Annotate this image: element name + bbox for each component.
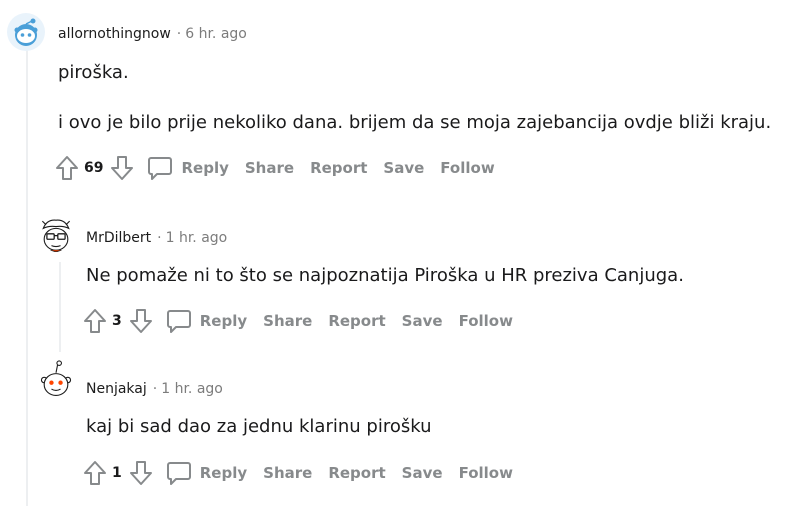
separator: · <box>152 381 158 397</box>
reply-button[interactable]: Reply <box>166 308 247 334</box>
username[interactable]: Nenjakaj <box>86 381 147 397</box>
separator: · <box>176 26 182 42</box>
reply-button[interactable]: Reply <box>147 155 229 181</box>
follow-button[interactable]: Follow <box>459 312 513 330</box>
save-button[interactable]: Save <box>402 464 443 482</box>
save-button[interactable]: Save <box>402 312 443 330</box>
thread-line-root[interactable] <box>26 46 28 506</box>
follow-button[interactable]: Follow <box>440 159 494 177</box>
username[interactable]: MrDilbert <box>86 230 151 246</box>
report-button[interactable]: Report <box>328 464 385 482</box>
vote-score: 69 <box>84 160 104 176</box>
save-button[interactable]: Save <box>383 159 424 177</box>
timestamp[interactable]: 6 hr. ago <box>185 26 247 42</box>
username[interactable]: allornothingnow <box>58 26 171 42</box>
thread-line-reply-1[interactable] <box>59 262 61 352</box>
comment-meta: Nenjakaj · 1 hr. ago <box>86 381 223 397</box>
comment-actions: 3 Reply Share Report Save Follow <box>82 305 529 337</box>
downvote-icon[interactable] <box>128 308 154 334</box>
comment-text: i ovo je bilo prije nekoliko dana. brije… <box>58 112 772 133</box>
avatar[interactable] <box>36 360 76 400</box>
vote-score: 1 <box>112 465 122 481</box>
separator: · <box>157 230 162 246</box>
comment-meta: allornothingnow · 6 hr. ago <box>58 26 247 42</box>
comment-text: Ne pomaže ni to što se najpoznatija Piro… <box>86 265 684 286</box>
report-button[interactable]: Report <box>328 312 385 330</box>
comment-actions: 69 Reply Share Report Save Follow <box>54 152 511 184</box>
vote-score: 3 <box>112 313 122 329</box>
comment-bubble-icon <box>166 462 191 485</box>
downvote-icon[interactable] <box>109 155 135 181</box>
reply-label: Reply <box>199 312 248 330</box>
comment-bubble-icon <box>166 310 191 333</box>
comment-text: kaj bi sad dao za jednu klarinu pirošku <box>86 416 432 437</box>
reply-label: Reply <box>181 159 229 177</box>
comment-actions: 1 Reply Share Report Save Follow <box>82 457 529 489</box>
report-button[interactable]: Report <box>310 159 367 177</box>
follow-button[interactable]: Follow <box>459 464 513 482</box>
reply-button[interactable]: Reply <box>166 460 247 486</box>
avatar[interactable] <box>6 12 46 52</box>
upvote-icon[interactable] <box>54 155 80 181</box>
timestamp[interactable]: 1 hr. ago <box>166 230 228 246</box>
comment-meta: MrDilbert · 1 hr. ago <box>86 230 227 246</box>
comment-text: piroška. <box>58 62 129 83</box>
share-button[interactable]: Share <box>263 312 312 330</box>
downvote-icon[interactable] <box>128 460 154 486</box>
comment-bubble-icon <box>148 157 173 180</box>
share-button[interactable]: Share <box>245 159 294 177</box>
reply-label: Reply <box>199 464 248 482</box>
upvote-icon[interactable] <box>82 460 108 486</box>
upvote-icon[interactable] <box>82 308 108 334</box>
share-button[interactable]: Share <box>263 464 312 482</box>
timestamp[interactable]: 1 hr. ago <box>161 381 223 397</box>
avatar[interactable] <box>36 212 76 252</box>
